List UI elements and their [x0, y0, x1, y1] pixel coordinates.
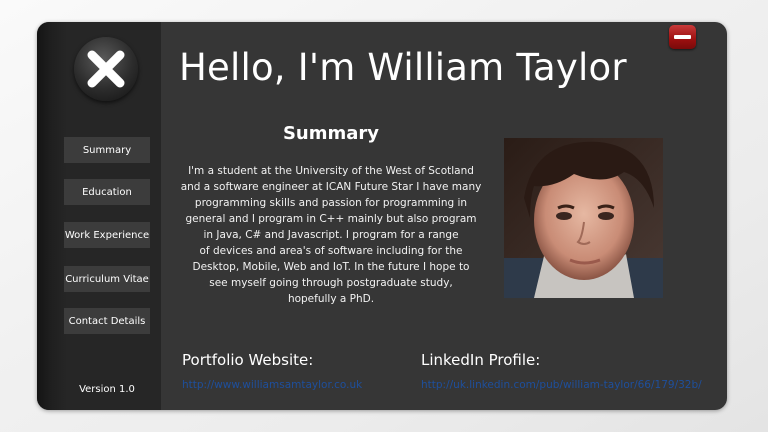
summary-line: hopefully a PhD.: [287, 293, 375, 305]
portfolio-link[interactable]: http://www.williamsamtaylor.co.uk: [182, 379, 362, 391]
nav-summary-button[interactable]: Summary: [64, 137, 150, 163]
summary-line: general and I program in C++ mainly but …: [185, 213, 477, 225]
page-title: Hello, I'm William Taylor: [179, 46, 627, 89]
profile-photo: [504, 138, 663, 298]
summary-line: see myself going through postgraduate st…: [209, 277, 453, 289]
x-logo-icon[interactable]: [74, 37, 138, 101]
linkedin-link[interactable]: http://uk.linkedin.com/pub/william-taylo…: [421, 379, 702, 391]
nav-education-button[interactable]: Education: [64, 179, 150, 205]
nav-curriculum-vitae-button[interactable]: Curriculum Vitae: [64, 266, 150, 292]
minus-icon: [674, 35, 691, 39]
summary-line: of devices and area's of software includ…: [199, 245, 463, 257]
version-label: Version 1.0: [79, 384, 135, 395]
portfolio-label: Portfolio Website:: [182, 351, 314, 369]
summary-text: I'm a student at the University of the W…: [171, 163, 491, 307]
summary-line: in Java, C# and Javascript. I program fo…: [203, 229, 459, 241]
nav-contact-details-button[interactable]: Contact Details: [64, 308, 150, 334]
nav-work-experience-button[interactable]: Work Experience: [64, 222, 150, 248]
app-window: Summary Education Work Experience Curric…: [37, 22, 727, 410]
linkedin-label: LinkedIn Profile:: [421, 351, 541, 369]
summary-line: I'm a student at the University of the W…: [188, 165, 474, 177]
sidebar: Summary Education Work Experience Curric…: [37, 22, 161, 410]
summary-line: Desktop, Mobile, Web and IoT. In the fut…: [192, 261, 470, 273]
summary-heading: Summary: [282, 123, 380, 144]
summary-line: programming skills and passion for progr…: [194, 197, 468, 209]
minimize-button[interactable]: [669, 25, 696, 49]
summary-line: and a software engineer at ICAN Future S…: [180, 181, 482, 193]
